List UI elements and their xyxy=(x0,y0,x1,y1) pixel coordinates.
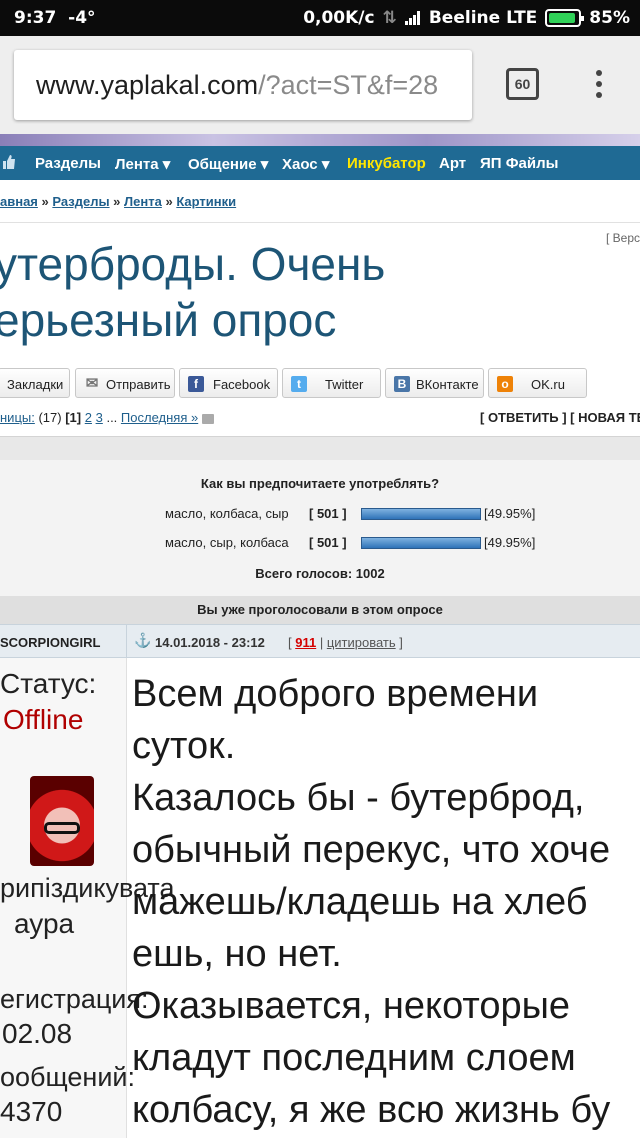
post-body: Всем доброго времени суток. Казалось бы … xyxy=(132,668,640,1136)
poll-bar xyxy=(361,537,481,549)
vk-icon: В xyxy=(394,376,410,392)
page-current: [1] xyxy=(65,410,82,425)
post-line: Оказывается, некоторые xyxy=(132,985,571,1027)
post-line: суток. xyxy=(132,725,236,767)
post-line: обычный перекус, что хоче xyxy=(132,829,611,871)
poll-option-votes: [ 501 ] xyxy=(309,506,347,521)
post-rating: [ 911 | цитировать ] xyxy=(288,635,403,650)
clock: 9:37 xyxy=(14,8,57,28)
post-line: ешь, но нет. xyxy=(132,933,342,975)
battery-icon xyxy=(545,9,585,27)
section-divider xyxy=(0,436,640,460)
anchor-icon[interactable]: ⚓ xyxy=(134,632,151,649)
twitter-icon: t xyxy=(291,376,307,392)
user-rank-2: аура xyxy=(14,908,75,939)
status-value: Offline xyxy=(3,704,84,735)
overflow-menu-icon[interactable] xyxy=(592,70,606,104)
page-2-link[interactable]: 2 xyxy=(85,410,92,425)
post-line: Всем доброго времени xyxy=(132,673,539,715)
tab-switcher-button[interactable]: 60 xyxy=(506,68,539,100)
pages-count: (17) xyxy=(38,410,62,425)
post-line: Казалось бы - бутерброд, xyxy=(132,777,585,819)
registration-label: егистрация: xyxy=(0,984,149,1014)
twitter-share-button[interactable]: t Twitter xyxy=(282,368,381,398)
nav-item-chaos[interactable]: Хаос ▾ xyxy=(282,155,329,173)
facebook-share-button[interactable]: f Facebook xyxy=(179,368,278,398)
main-nav: Разделы Лента ▾ Общение ▾ Хаос ▾ Инкубат… xyxy=(0,146,640,180)
registration-value: 02.08 xyxy=(2,1018,73,1049)
breadcrumb-home[interactable]: авная xyxy=(0,194,38,209)
poll-option-percent: [49.95%] xyxy=(484,535,536,550)
poll-voted-note: Вы уже проголосовали в этом опросе xyxy=(0,596,640,624)
carrier-name: Beeline LTE xyxy=(428,8,538,28)
nav-item-art[interactable]: Арт xyxy=(439,155,466,172)
post-rating-value[interactable]: 911 xyxy=(295,635,316,650)
nav-item-sections[interactable]: Разделы xyxy=(35,155,101,172)
nav-item-incubator[interactable]: Инкубатор xyxy=(347,155,426,172)
pagination-row: ницы: (17) [1] 2 3 ... Последняя » [ ОТВ… xyxy=(0,410,640,425)
poll-question: Как вы предпочитаете употреблять? xyxy=(200,476,440,491)
last-page-link[interactable]: Последняя » xyxy=(121,410,198,425)
messages-value: 4370 xyxy=(0,1096,63,1127)
quote-link[interactable]: цитировать xyxy=(327,635,396,650)
subscribe-icon[interactable] xyxy=(201,413,214,424)
post-line: колбасу, я же всю жизнь бу xyxy=(132,1089,611,1131)
battery-percent: 85% xyxy=(589,8,630,28)
poll: Как вы предпочитаете употреблять? масло,… xyxy=(0,460,640,596)
site-banner xyxy=(0,134,640,146)
thumbs-up-icon[interactable] xyxy=(2,155,16,169)
post-line: кладут последним слоем xyxy=(132,1037,576,1079)
reply-newtopic-links[interactable]: [ ОТВЕТИТЬ ] [ НОВАЯ ТЕ xyxy=(480,410,640,425)
post-line: мажешь/кладешь на хлеб xyxy=(132,881,588,923)
page-3-link[interactable]: 3 xyxy=(96,410,103,425)
column-divider xyxy=(126,625,127,659)
nav-item-files[interactable]: ЯП Файлы xyxy=(480,155,558,172)
send-button[interactable]: ✉ Отправить xyxy=(75,368,175,398)
vk-share-button[interactable]: В ВКонтакте xyxy=(385,368,484,398)
status-label: Статус: xyxy=(0,668,97,699)
breadcrumb-pictures[interactable]: Картинки xyxy=(176,194,236,209)
post-author[interactable]: SCORPIONGIRL xyxy=(0,635,100,650)
messages-label: ообщений: xyxy=(0,1062,135,1092)
page-title: утерброды. Очень ерьезный опрос xyxy=(0,238,386,346)
breadcrumb-feed[interactable]: Лента xyxy=(124,194,162,209)
breadcrumb-sections[interactable]: Разделы xyxy=(52,194,109,209)
poll-option-label: масло, сыр, колбаса xyxy=(165,535,289,550)
divider xyxy=(0,222,640,223)
share-bar: Закладки ✉ Отправить f Facebook t Twitter В… xyxy=(0,368,640,400)
ok-icon: о xyxy=(497,376,513,392)
nav-item-feed[interactable]: Лента ▾ xyxy=(115,155,170,173)
network-speed: 0,00K/c xyxy=(303,8,375,28)
browser-toolbar: www.yaplakal.com/?act=ST&f=28 60 xyxy=(0,36,640,134)
temperature: -4° xyxy=(68,8,96,28)
url-path: /?act=ST&f=28 xyxy=(258,70,439,100)
post-header: SCORPIONGIRL ⚓ 14.01.2018 - 23:12 [ 911 … xyxy=(0,624,640,659)
status-bar: 9:37 -4° 0,00K/c ⇅ Beeline LTE 85% xyxy=(0,0,640,36)
poll-option-percent: [49.95%] xyxy=(484,506,536,521)
data-arrows-icon: ⇅ xyxy=(382,8,397,28)
address-bar[interactable]: www.yaplakal.com/?act=ST&f=28 xyxy=(14,50,472,120)
avatar[interactable] xyxy=(30,776,94,866)
poll-total: Всего голосов: 1002 xyxy=(255,566,385,581)
poll-option-label: масло, колбаса, сыр xyxy=(165,506,289,521)
bookmarks-button[interactable]: Закладки xyxy=(0,368,70,398)
poll-bar xyxy=(361,508,481,520)
signal-icon xyxy=(404,11,421,25)
envelope-icon: ✉ xyxy=(85,375,99,392)
breadcrumb: авная » Разделы » Лента » Картинки xyxy=(0,194,237,209)
nav-item-talk[interactable]: Общение ▾ xyxy=(188,155,268,173)
post-date: 14.01.2018 - 23:12 xyxy=(155,635,265,650)
poll-option-votes: [ 501 ] xyxy=(309,535,347,550)
url-host: www.yaplakal.com xyxy=(36,70,259,100)
ok-share-button[interactable]: о OK.ru xyxy=(488,368,587,398)
pages-label: ницы: xyxy=(0,410,35,425)
facebook-icon: f xyxy=(188,376,204,392)
